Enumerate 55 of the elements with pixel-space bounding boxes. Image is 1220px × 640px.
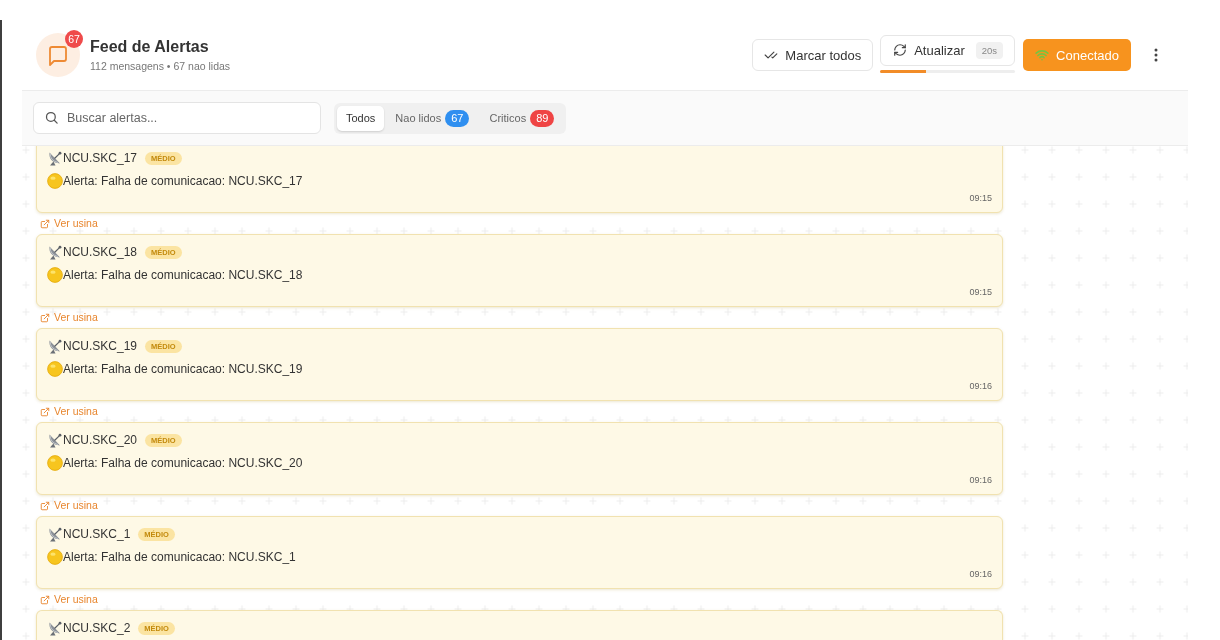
view-plant-link[interactable]: Ver usina	[40, 217, 98, 230]
severity-dot-icon	[47, 361, 63, 377]
unread-count-badge: 67	[65, 30, 83, 48]
filter-tab[interactable]: Todos	[337, 105, 385, 131]
satellite-dish-icon	[47, 526, 63, 542]
alert-time: 09:16	[969, 380, 992, 392]
search-icon	[44, 110, 59, 125]
alert-source: NCU.SKC_1	[63, 526, 131, 542]
satellite-dish-icon	[47, 150, 63, 166]
satellite-dish-icon	[47, 620, 63, 636]
filter-tab[interactable]: Nao lidos 67	[386, 105, 479, 131]
severity-dot-icon	[47, 267, 63, 283]
external-link-icon	[40, 500, 50, 511]
chat-bubble-icon	[36, 33, 80, 77]
severity-dot-icon	[47, 173, 63, 189]
view-plant-link[interactable]: Ver usina	[40, 405, 98, 418]
alert-time: 09:16	[969, 568, 992, 580]
satellite-dish-icon	[47, 244, 63, 260]
satellite-dish-icon	[47, 432, 63, 448]
alert-message: Alerta: Falha de comunicacao: NCU.SKC_1	[63, 549, 296, 565]
alert-message: Alerta: Falha de comunicacao: NCU.SKC_17	[63, 173, 303, 189]
external-link-icon	[40, 218, 50, 229]
view-plant-link[interactable]: Ver usina	[40, 311, 98, 324]
alert-source: NCU.SKC_2	[63, 620, 131, 636]
external-link-icon	[40, 312, 50, 323]
mark-all-read-button[interactable]: Marcar todos	[752, 39, 874, 71]
feed-subtitle: 112 mensagens • 67 nao lidas	[90, 60, 231, 73]
external-link-icon	[40, 594, 50, 605]
alert-time: 09:16	[969, 474, 992, 486]
alert-time: 09:15	[969, 286, 992, 298]
alert-source: NCU.SKC_17	[63, 150, 138, 166]
filter-tab[interactable]: Criticos 89	[480, 105, 564, 131]
alert-message: Alerta: Falha de comunicacao: NCU.SKC_18	[63, 267, 303, 283]
refresh-icon	[893, 43, 908, 57]
alert-message: Alerta: Falha de comunicacao: NCU.SKC_20	[63, 455, 303, 471]
count-badge: 89	[530, 109, 555, 127]
feed-title: Feed de Alertas	[90, 37, 209, 57]
satellite-dish-icon	[47, 338, 63, 354]
alert-message: Alerta: Falha de comunicacao: NCU.SKC_19	[63, 361, 303, 377]
search-field[interactable]: Buscar alertas...	[33, 102, 321, 134]
alert-source: NCU.SKC_19	[63, 338, 138, 354]
refresh-button[interactable]: Atualizar 20s	[880, 34, 1016, 66]
view-plant-link[interactable]: Ver usina	[40, 499, 98, 512]
connection-status-button[interactable]: Conectado	[1023, 39, 1131, 71]
alert-source: NCU.SKC_18	[63, 244, 138, 260]
countdown-badge: 20s	[975, 41, 1004, 59]
wifi-icon	[1035, 48, 1050, 62]
kebab-menu-icon	[1154, 48, 1158, 62]
count-badge: 67	[445, 109, 470, 127]
severity-dot-icon	[47, 455, 63, 471]
alert-time: 09:15	[969, 192, 992, 204]
external-link-icon	[40, 406, 50, 417]
severity-dot-icon	[47, 549, 63, 565]
alert-source: NCU.SKC_20	[63, 432, 138, 448]
view-plant-link[interactable]: Ver usina	[40, 593, 98, 606]
